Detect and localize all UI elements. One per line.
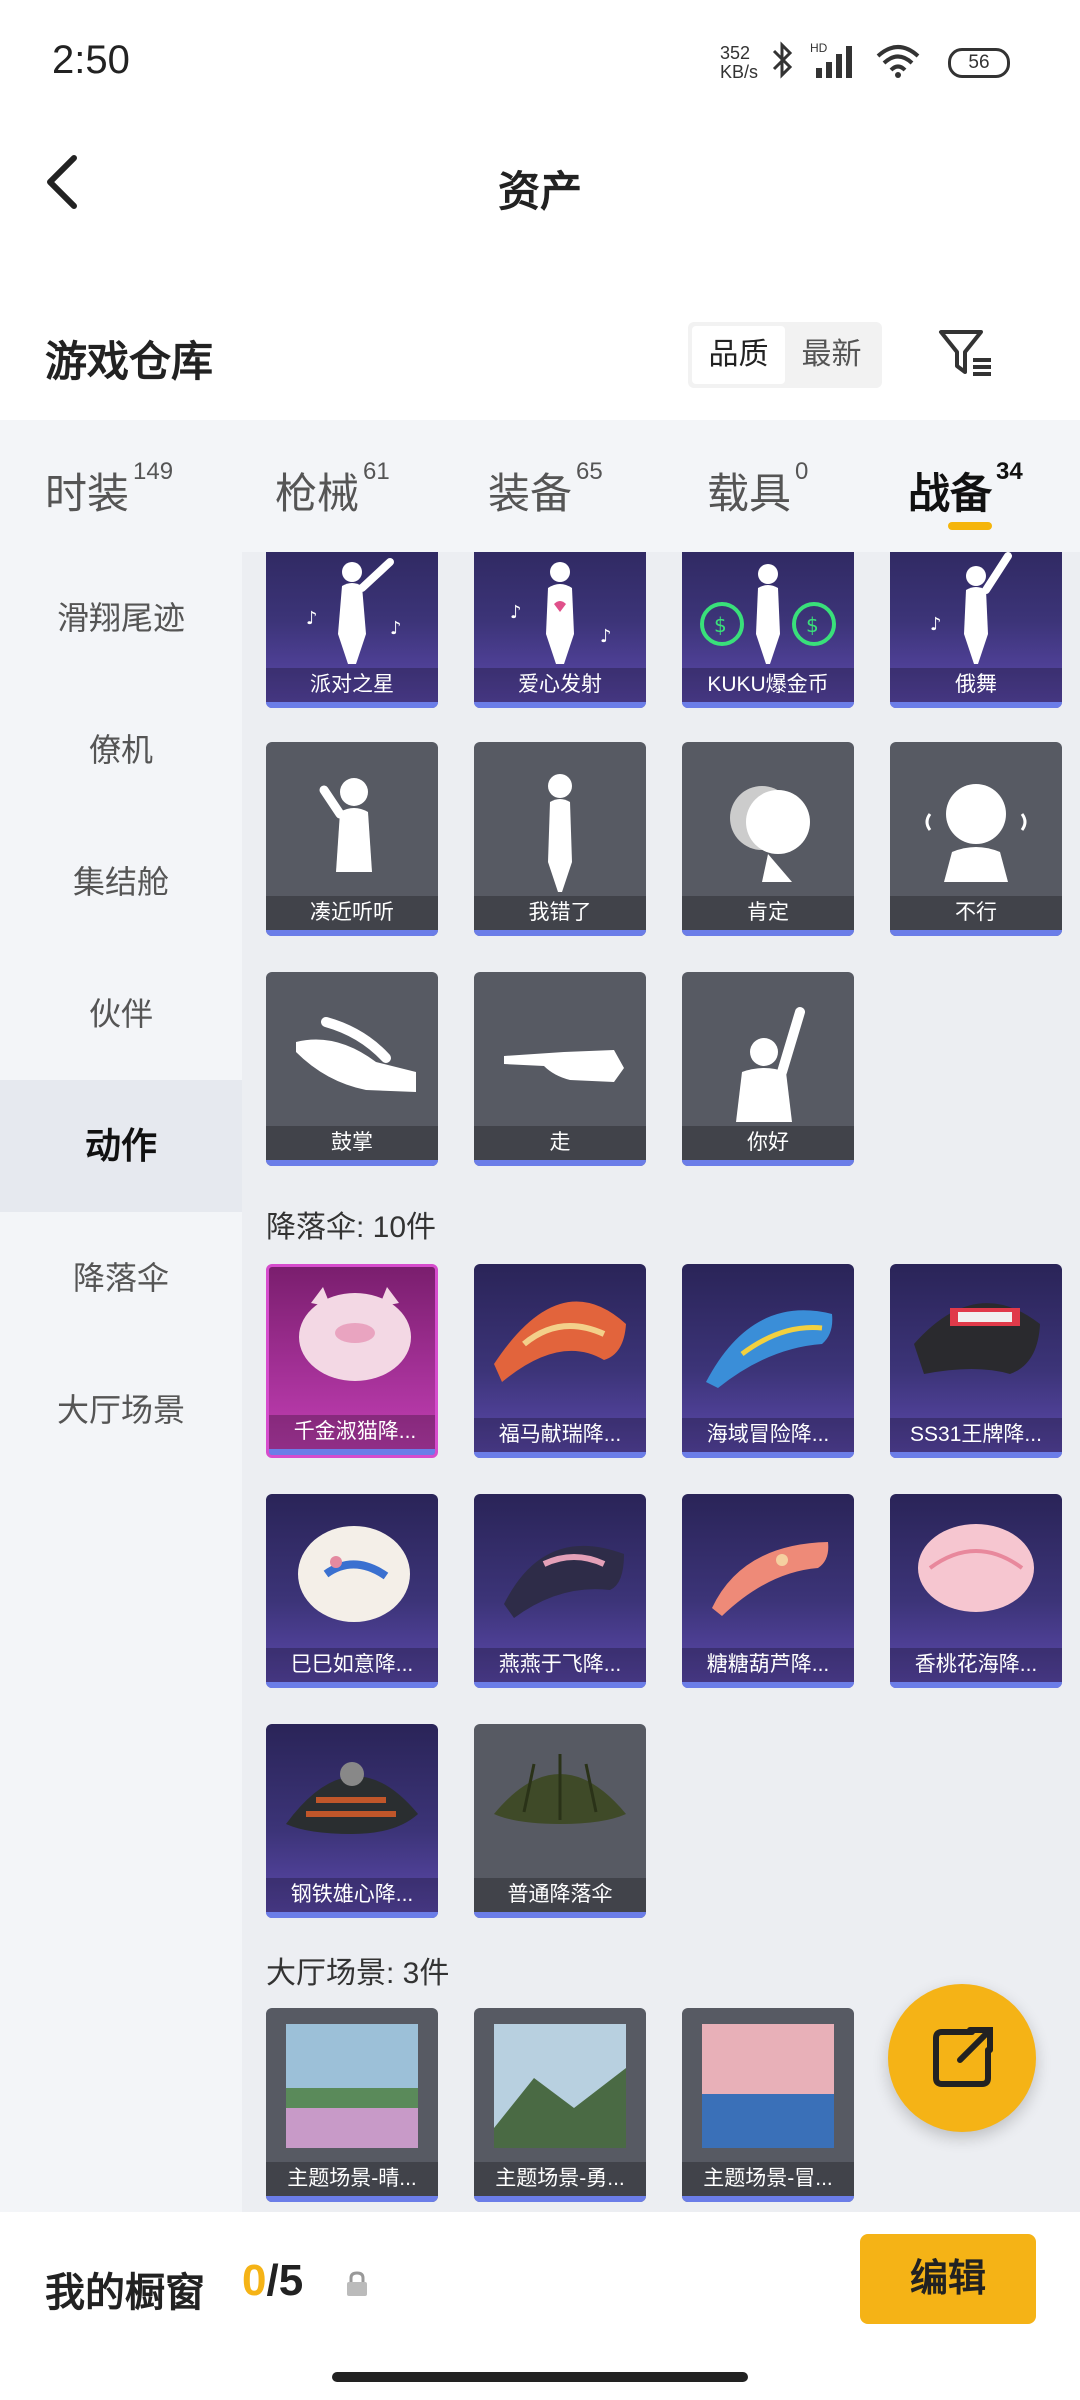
svg-text:♪: ♪ (390, 618, 402, 639)
share-icon (933, 2027, 993, 2087)
emote-card[interactable]: 我错了 (474, 742, 646, 936)
sidebar-item-wingman[interactable]: 僚机 (0, 684, 242, 816)
emote-card[interactable]: ♪ 俄舞 (890, 552, 1062, 708)
scene-thumbnail (702, 2024, 834, 2148)
tab-fashion[interactable]: 时装 149 (45, 458, 173, 521)
app-header: 资产 (0, 130, 1080, 250)
emote-card[interactable]: 凑近听听 (266, 742, 438, 936)
svg-text:$: $ (806, 613, 819, 637)
sort-newest-button[interactable]: 最新 (785, 326, 878, 384)
lobby-scene-card[interactable]: 主题场景-晴... (266, 2008, 438, 2202)
emote-card[interactable]: ♪ ♪ 派对之星 (266, 552, 438, 708)
sidebar-item-assembly-pod[interactable]: 集结舱 (0, 816, 242, 948)
emote-card[interactable]: 肯定 (682, 742, 854, 936)
network-speed: 352 KB/s (720, 43, 759, 82)
svg-text:♪: ♪ (930, 614, 942, 635)
emote-card[interactable]: 鼓掌 (266, 972, 438, 1166)
parachute-card[interactable]: 海域冒险降... (682, 1264, 854, 1458)
parachute-card[interactable]: 普通降落伞 (474, 1724, 646, 1918)
clap-hands-icon (296, 1017, 416, 1092)
signal-icon: HD (810, 41, 852, 78)
sidebar-item-parachute[interactable]: 降落伞 (0, 1212, 242, 1344)
sidebar-item-glide-trail[interactable]: 滑翔尾迹 (0, 552, 242, 684)
svg-text:♪: ♪ (306, 608, 318, 629)
status-icons: HD (770, 40, 922, 80)
emote-figure-icon: ♪♪ (510, 562, 612, 664)
emote-card[interactable]: 不行 (890, 742, 1062, 936)
tab-equipment[interactable]: 装备 65 (488, 458, 603, 521)
emote-card[interactable]: 你好 (682, 972, 854, 1166)
parachute-card[interactable]: 钢铁雄心降... (266, 1724, 438, 1918)
sort-toggle: 品质 最新 (688, 322, 882, 388)
emote-card[interactable]: 走 (474, 972, 646, 1166)
sidebar-item-emotes[interactable]: 动作 (0, 1080, 242, 1212)
showcase-title: 我的橱窗 (45, 2271, 205, 2315)
lobby-scene-card[interactable]: 主题场景-冒... (682, 2008, 854, 2202)
point-hand-icon (504, 1050, 624, 1082)
parachute-card[interactable]: SS31王牌降... (890, 1264, 1062, 1458)
edit-button[interactable]: 编辑 (860, 2234, 1036, 2324)
parachute-icon (706, 1310, 833, 1388)
parachute-icon (914, 1303, 1040, 1374)
lobby-scene-card[interactable]: 主题场景-勇... (474, 2008, 646, 2202)
emote-card[interactable]: ♪ ♪ 爱心发射 (474, 552, 646, 708)
warehouse-title: 游戏仓库 (45, 338, 214, 385)
svg-text:♪: ♪ (600, 626, 612, 647)
parachute-card[interactable]: 燕燕于飞降... (474, 1494, 646, 1688)
section-title-parachute: 降落伞: 10件 (266, 1211, 437, 1244)
sidebar: 滑翔尾迹 僚机 集结舱 伙伴 动作 降落伞 大厅场景 (0, 552, 242, 2212)
category-tabs: 时装 149 枪械 61 装备 65 载具 0 战备 34 (0, 420, 1080, 552)
tab-battle-prep[interactable]: 战备 34 (908, 458, 1023, 521)
status-bar: 2:50 352 KB/s HD 56 (0, 0, 1080, 130)
emote-figure-icon: ♪♪ (306, 558, 402, 664)
parachute-icon (286, 1762, 418, 1834)
sorry-figure-icon (548, 774, 572, 892)
listen-figure-icon (319, 778, 372, 872)
sidebar-item-partner[interactable]: 伙伴 (0, 948, 242, 1080)
showcase-count: 0/5 (242, 2256, 304, 2305)
parachute-icon (299, 1287, 411, 1381)
parachute-card[interactable]: 香桃花海降... (890, 1494, 1062, 1688)
parachute-icon (504, 1545, 624, 1618)
svg-text:HD: HD (810, 41, 828, 55)
active-tab-indicator (948, 522, 992, 530)
sidebar-item-lobby-scene[interactable]: 大厅场景 (0, 1344, 242, 1476)
share-button[interactable] (888, 1984, 1036, 2132)
svg-text:$: $ (714, 613, 727, 637)
status-time: 2:50 (52, 38, 130, 82)
nod-head-icon (730, 786, 810, 882)
parachute-icon (918, 1524, 1034, 1612)
bottom-bar: 我的橱窗 0/5 编辑 (0, 2212, 1080, 2400)
wifi-icon (876, 45, 920, 78)
battery-indicator: 56 (948, 48, 1010, 78)
tab-vehicles[interactable]: 载具 0 (707, 458, 808, 521)
parachute-icon (298, 1526, 410, 1622)
tab-guns[interactable]: 枪械 61 (275, 458, 390, 521)
section-title-lobby: 大厅场景: 3件 (266, 1957, 450, 1990)
parachute-card[interactable]: 福马献瑞降... (474, 1264, 646, 1458)
parachute-icon (712, 1542, 829, 1616)
parachute-icon (494, 1301, 626, 1382)
emote-card[interactable]: $ $ KUKU爆金币 (682, 552, 854, 708)
emote-figure-icon: ♪ (930, 552, 1012, 664)
filter-icon[interactable] (935, 322, 995, 382)
svg-text:♪: ♪ (510, 602, 522, 623)
money-bag-icon: $ $ (700, 564, 836, 664)
page-title: 资产 (497, 168, 582, 215)
parachute-card[interactable]: 糖糖葫芦降... (682, 1494, 854, 1688)
parachute-icon (494, 1754, 626, 1824)
scene-thumbnail (286, 2024, 418, 2148)
inventory-grid: ♪ ♪ 派对之星 ♪ ♪ 爱心发射 $ $ KUKU爆金币 ♪ 俄舞 凑近听听 我错了… (242, 552, 1080, 2212)
lock-icon (347, 2271, 367, 2296)
scene-thumbnail (494, 2024, 626, 2148)
sort-quality-button[interactable]: 品质 (692, 326, 785, 384)
home-indicator[interactable] (332, 2372, 748, 2382)
shake-head-icon (925, 784, 1027, 882)
bluetooth-icon (772, 41, 793, 79)
parachute-card[interactable]: 千金淑猫降... (266, 1264, 438, 1458)
parachute-card[interactable]: 巳巳如意降... (266, 1494, 438, 1688)
wave-hello-icon (736, 1007, 805, 1122)
